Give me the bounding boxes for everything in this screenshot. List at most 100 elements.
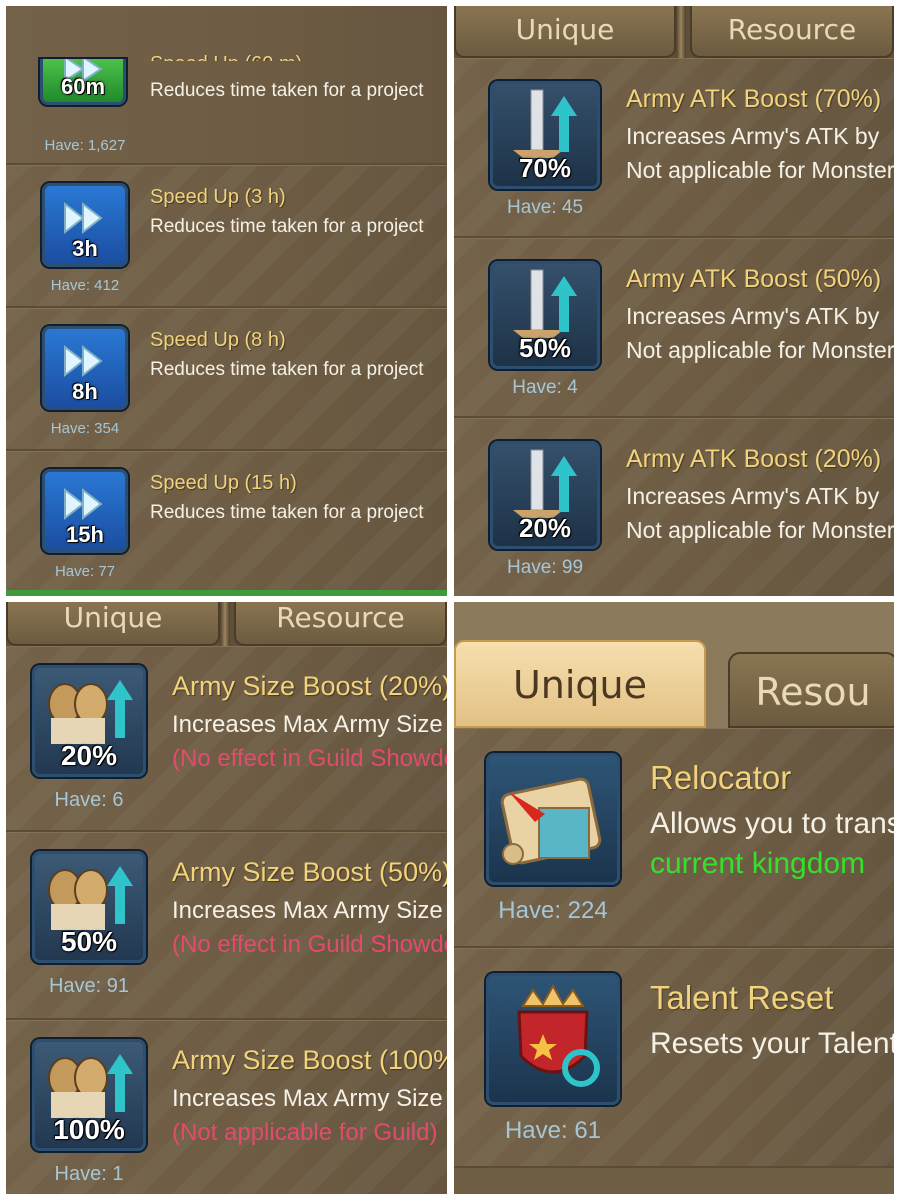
item-note: Not applicable for Monsters: [626, 337, 894, 363]
item-description: Increases Max Army Size: [172, 897, 443, 924]
have-count: Have: 1: [54, 1163, 124, 1185]
list-item[interactable]: 20% Have: 99 Army ATK Boost (20%) Increa…: [454, 418, 894, 596]
speed-up-icon: 3h: [42, 183, 128, 267]
speed-up-panel: Unique Resource S 60m Have: 1,627 Speed …: [6, 6, 447, 596]
item-description: Resets your Talents: [650, 1027, 894, 1060]
item-restriction: (Not applicable for Guild): [172, 1119, 438, 1146]
percent-badge: 20%: [60, 740, 118, 771]
atk-boost-icon: 20%: [490, 441, 600, 549]
have-count: Have: 4: [512, 377, 578, 398]
item-description: Increases Army's ATK by: [626, 123, 880, 149]
tab-unique[interactable]: Unique: [454, 6, 676, 58]
item-description: Increases Max Army Size: [172, 1085, 443, 1112]
sword-arrow-icon: [513, 89, 577, 158]
have-count: Have: 1,627: [44, 137, 126, 154]
item-restriction: (No effect in Guild Showdown): [172, 931, 447, 958]
sword-arrow-icon: [513, 269, 577, 338]
item-description: Reduces time taken for a project: [150, 216, 424, 237]
tab-bar: Unique Resource: [6, 602, 447, 646]
item-title: Speed Up (8 h): [150, 329, 286, 351]
item-list: 60m Have: 1,627 Speed Up (60 m) Reduces …: [6, 6, 447, 596]
tab-unique[interactable]: Unique: [6, 602, 220, 646]
duration-badge: 8h: [72, 379, 98, 404]
have-count: Have: 77: [54, 563, 116, 580]
tab-unique[interactable]: Unique: [454, 640, 706, 728]
progress-strip: [6, 590, 447, 596]
item-description: Reduces time taken for a project: [150, 80, 424, 101]
item-list: 20% Have: 6 Army Size Boost (20%) Increa…: [6, 646, 447, 1194]
percent-badge: 50%: [60, 926, 118, 957]
item-title: Speed Up (15 h): [150, 472, 297, 494]
item-list: Have: 224 Relocator Allows you to transf…: [454, 728, 894, 1194]
have-count: Have: 99: [506, 557, 584, 578]
item-title: Speed Up (60 m): [150, 53, 302, 61]
item-description: Increases Army's ATK by: [626, 483, 880, 509]
crown-shield-icon: [486, 973, 620, 1105]
have-count: Have: 61: [504, 1117, 602, 1144]
tab-divider: [220, 602, 230, 646]
tab-resource[interactable]: Resou: [728, 652, 894, 728]
tab-divider: [676, 6, 686, 58]
speed-up-icon: 15h: [42, 469, 128, 553]
have-count: Have: 45: [506, 197, 584, 218]
scroll-map-icon: [486, 753, 620, 885]
list-item[interactable]: 100% Have: 1 Army Size Boost (100%) Incr…: [6, 1020, 447, 1194]
speed-up-icon: 8h: [42, 326, 128, 410]
have-count: Have: 412: [50, 277, 120, 294]
item-description: Reduces time taken for a project: [150, 502, 424, 523]
item-title: Relocator: [650, 759, 792, 796]
percent-badge: 20%: [518, 513, 572, 543]
army-size-icon: 100%: [32, 1039, 146, 1151]
tab-bar: Unique Resou: [454, 602, 894, 728]
item-description: Increases Max Army Size: [172, 711, 443, 738]
have-count: Have: 6: [54, 789, 124, 811]
percent-badge: 100%: [53, 1114, 125, 1145]
item-note: Not applicable for Monsters: [626, 157, 894, 183]
army-atk-panel: Unique Resource 70% Have: 45 Army ATK Bo…: [454, 6, 894, 596]
sword-arrow-icon: [513, 449, 577, 518]
army-size-panel: Unique Resource 20% Have: 6 Army Size Bo…: [6, 602, 447, 1194]
item-note: current kingdom: [650, 847, 866, 880]
list-item[interactable]: 70% Have: 45 Army ATK Boost (70%) Increa…: [454, 58, 894, 238]
list-item[interactable]: Have: 224 Relocator Allows you to transf…: [454, 728, 894, 948]
item-note: Not applicable for Monsters: [626, 517, 894, 543]
item-title: Speed Up (3 h): [150, 186, 286, 208]
unique-panel: Unique Resou Have: 224 Relocator Allows …: [454, 602, 894, 1194]
list-item[interactable]: 3h Have: 412 Speed Up (3 h) Reduces time…: [6, 165, 447, 308]
item-title: Army ATK Boost (20%): [626, 445, 882, 473]
have-count: Have: 91: [48, 975, 130, 997]
crown-shield-icon: [517, 983, 600, 1087]
list-item[interactable]: 15h Have: 77 Speed Up (15 h) Reduces tim…: [6, 451, 447, 596]
tab-resource[interactable]: Resource: [234, 602, 447, 646]
tab-resource[interactable]: Resource: [690, 6, 894, 58]
list-item[interactable]: 60m Have: 1,627 Speed Up (60 m) Reduces …: [6, 6, 447, 165]
atk-boost-icon: 70%: [490, 81, 600, 189]
speed-up-icon: 60m: [40, 59, 126, 105]
tab-bar: Unique Resource: [454, 6, 894, 58]
item-description: Increases Army's ATK by: [626, 303, 880, 329]
atk-boost-icon: 50%: [490, 261, 600, 369]
list-item[interactable]: 50% Have: 91 Army Size Boost (50%) Incre…: [6, 832, 447, 1020]
duration-badge: 3h: [72, 236, 98, 261]
have-count: Have: 354: [50, 420, 120, 437]
item-title: Talent Reset: [650, 979, 834, 1016]
item-title: Army Size Boost (100%): [172, 1045, 447, 1075]
list-item[interactable]: Have: 61 Talent Reset Resets your Talent…: [454, 948, 894, 1168]
percent-badge: 70%: [518, 153, 572, 183]
list-item[interactable]: 20% Have: 6 Army Size Boost (20%) Increa…: [6, 646, 447, 832]
item-restriction: (No effect in Guild Showdown): [172, 745, 447, 772]
list-item[interactable]: 8h Have: 354 Speed Up (8 h) Reduces time…: [6, 308, 447, 451]
list-item[interactable]: 50% Have: 4 Army ATK Boost (50%) Increas…: [454, 238, 894, 418]
have-count: Have: 224: [498, 897, 608, 924]
scroll-map-icon: [500, 777, 602, 865]
item-description: Reduces time taken for a project: [150, 359, 424, 380]
item-description: Allows you to transfer: [650, 807, 894, 840]
army-size-icon: 50%: [32, 851, 146, 963]
item-title: Army ATK Boost (70%): [626, 85, 882, 113]
item-title: Army ATK Boost (50%): [626, 265, 882, 293]
item-list: 70% Have: 45 Army ATK Boost (70%) Increa…: [454, 58, 894, 596]
duration-badge: 60m: [60, 74, 106, 99]
army-size-icon: 20%: [32, 665, 146, 777]
percent-badge: 50%: [518, 333, 572, 363]
item-title: Army Size Boost (50%): [172, 857, 447, 887]
